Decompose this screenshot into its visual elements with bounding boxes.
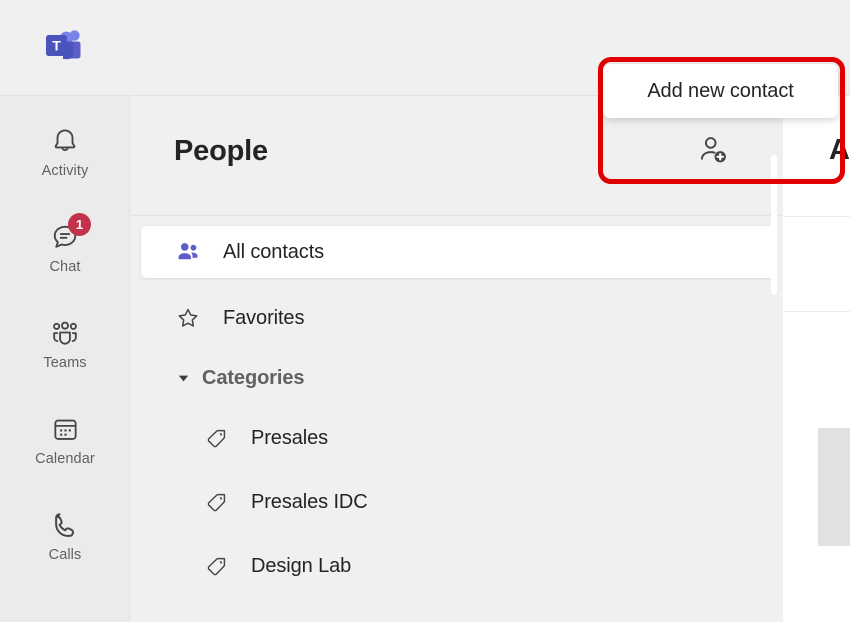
star-outline-icon [173,303,203,333]
people-pane: People All contacts Favorites Categories… [131,95,782,622]
people-list: All contacts Favorites Categories Presal… [131,217,782,622]
phone-icon [48,508,82,542]
people-pane-scrollbar[interactable] [771,155,777,295]
people-filled-icon [173,237,203,267]
calendar-icon [48,412,82,446]
list-item-label: Design Lab [251,554,352,577]
content-pane-title: All contacts [829,134,850,166]
chevron-down-icon [176,371,190,385]
bell-icon [48,124,82,158]
list-item-label: Favorites [223,306,305,329]
tag-icon [201,487,231,517]
rail-label-chat: Chat [49,259,81,275]
rail-label-calls: Calls [48,547,82,563]
svg-text:T: T [52,38,61,54]
rail-label-activity: Activity [41,163,89,179]
chat-unread-badge: 1 [68,213,91,236]
tag-icon [201,423,231,453]
list-item-all-contacts[interactable]: All contacts [141,226,776,278]
rail-item-calendar[interactable]: Calendar [0,406,130,484]
list-item-label: Presales IDC [251,490,368,513]
content-divider-top [783,216,850,217]
teams-logo-icon: T [43,28,85,66]
content-placeholder-block [818,428,850,546]
page-title: People [174,135,268,167]
list-item-label: All contacts [223,240,325,263]
rail-item-activity[interactable]: Activity [0,118,130,196]
rail-item-calls[interactable]: Calls [0,502,130,580]
list-item-label: Presales [251,426,329,449]
list-item-favorites[interactable]: Favorites [141,292,776,344]
content-divider-mid [783,311,850,312]
list-item-presales[interactable]: Presales [141,412,776,464]
add-contact-tooltip: Add new contact [603,64,838,118]
group-header-categories[interactable]: Categories [141,354,776,402]
rail-label-calendar: Calendar [35,451,95,467]
content-pane: All contacts [783,95,850,622]
list-item-presales-idc[interactable]: Presales IDC [141,476,776,528]
people-group-icon [48,316,82,350]
chat-bubble-icon: 1 [48,213,91,254]
rail-item-chat[interactable]: 1 Chat [0,213,130,292]
app-rail: Activity 1 Chat Teams Calendar Calls [0,95,130,622]
tooltip-label: Add new contact [647,79,794,102]
add-contact-button[interactable] [690,128,736,174]
teams-window: T Activity 1 Chat Teams Calendar Calls P… [0,0,850,622]
tag-icon [201,551,231,581]
rail-item-teams[interactable]: Teams [0,310,130,388]
list-item-design-lab[interactable]: Design Lab [141,540,776,592]
group-header-label: Categories [202,366,305,389]
person-add-icon [696,133,730,170]
rail-label-teams: Teams [43,355,87,371]
